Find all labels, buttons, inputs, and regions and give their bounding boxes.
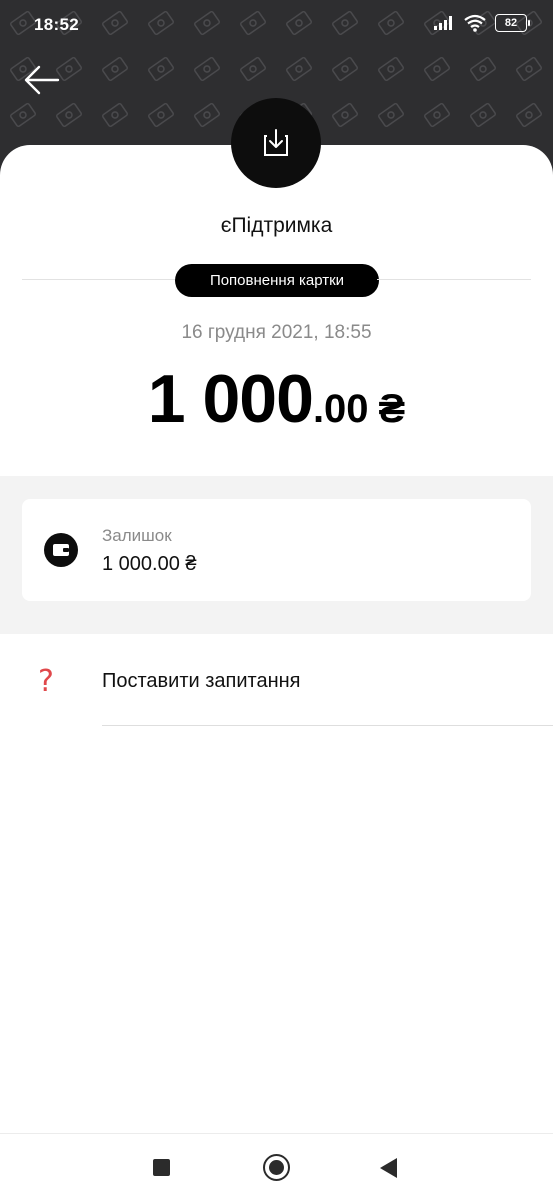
category-badge: Поповнення картки — [175, 264, 379, 297]
balance-card: Залишок 1 000.00 ₴ — [22, 499, 531, 601]
arrow-left-icon — [24, 65, 60, 95]
home-circle-icon[interactable] — [263, 1154, 290, 1181]
merchant-name: єПідтримка — [220, 214, 333, 237]
ask-question-label: Поставити запитання — [102, 670, 301, 692]
battery-icon: 82 — [495, 14, 530, 32]
balance-section: Залишок 1 000.00 ₴ — [0, 476, 553, 634]
divider — [377, 279, 531, 280]
transaction-date: 16 грудня 2021, 18:55 — [181, 322, 372, 343]
recents-square-icon[interactable] — [153, 1159, 170, 1176]
balance-value: 1 000.00 ₴ — [102, 553, 197, 575]
status-icons: 82 — [433, 14, 530, 32]
signal-icon — [434, 16, 452, 30]
amount-decimal: .00 — [312, 387, 369, 431]
battery-level: 82 — [504, 17, 518, 29]
transaction-amount: 1 000.00 ₴ — [0, 360, 553, 438]
divider — [102, 725, 553, 726]
back-button[interactable] — [20, 60, 64, 100]
divider — [22, 279, 177, 280]
amount-integer: 1 000 — [147, 361, 314, 437]
status-bar: 18:52 82 — [0, 0, 553, 52]
system-nav-bar — [0, 1133, 553, 1200]
download-tray-icon — [264, 129, 288, 156]
status-time: 18:52 — [34, 15, 79, 34]
ask-question-button[interactable]: ? Поставити запитання — [0, 634, 553, 726]
question-mark-icon: ? — [38, 664, 54, 699]
balance-label: Залишок — [102, 526, 172, 545]
amount-currency: ₴ — [378, 387, 406, 431]
transaction-icon — [231, 98, 321, 188]
wallet-icon — [44, 533, 78, 567]
back-triangle-icon[interactable] — [380, 1158, 397, 1178]
wifi-icon — [464, 14, 486, 32]
